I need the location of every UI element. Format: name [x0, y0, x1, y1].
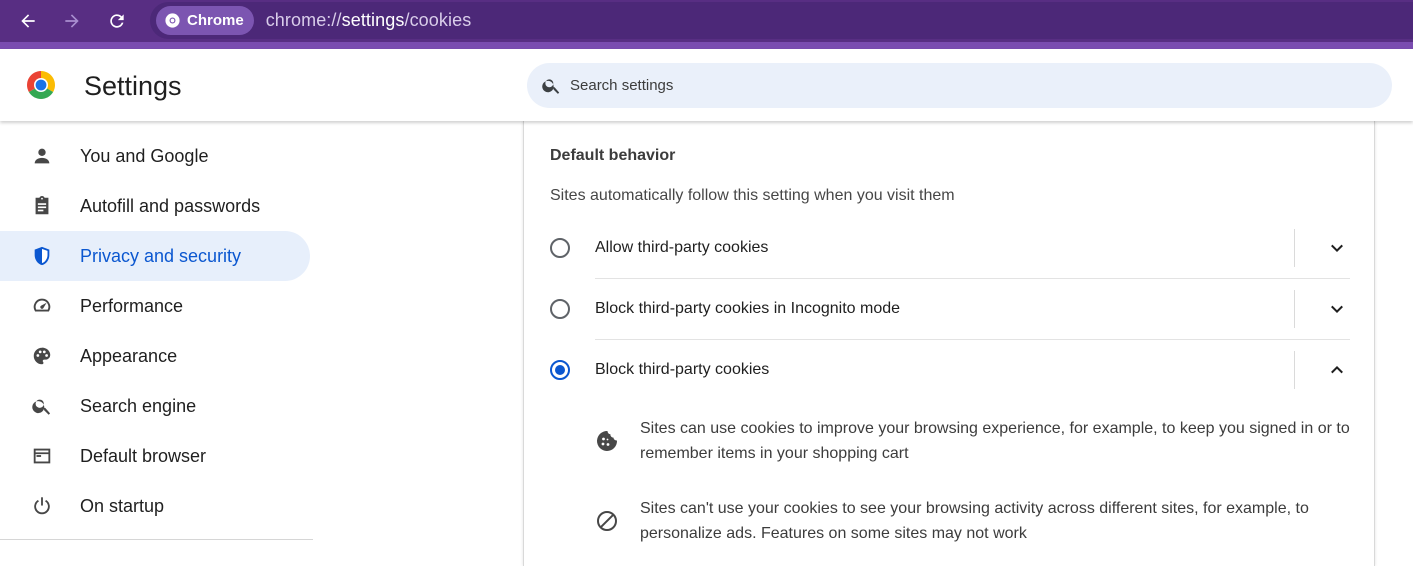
option-block-incognito: Block third-party cookies in Incognito m… [524, 279, 1376, 339]
chrome-logo-icon [27, 71, 55, 99]
option-label[interactable]: Block third-party cookies in Incognito m… [595, 300, 900, 318]
sidebar-item-label: On startup [80, 495, 165, 516]
section-title: Default behavior [550, 147, 676, 164]
settings-header: Settings [0, 49, 1413, 121]
shield-icon [30, 244, 54, 268]
section-description: Sites automatically follow this setting … [550, 187, 955, 204]
palette-icon [30, 344, 54, 368]
chrome-logo-icon [165, 13, 180, 28]
option-label[interactable]: Allow third-party cookies [595, 239, 768, 257]
expand-button[interactable] [1324, 235, 1350, 261]
sidebar-item-label: You and Google [80, 145, 209, 166]
forward-button[interactable] [57, 6, 87, 36]
radio-allow-third-party[interactable] [550, 238, 570, 258]
detail-text: Sites can't use your cookies to see your… [640, 500, 1309, 542]
radio-block-third-party[interactable] [550, 360, 570, 380]
chrome-chip[interactable]: Chrome [156, 6, 254, 35]
back-button[interactable] [13, 6, 43, 36]
detail-text: Sites can use cookies to improve your br… [640, 420, 1350, 462]
expand-button[interactable] [1324, 296, 1350, 322]
sidebar-item-on-startup[interactable]: On startup [0, 481, 310, 531]
sidebar-item-label: Privacy and security [80, 245, 242, 266]
sidebar-item-appearance[interactable]: Appearance [0, 331, 310, 381]
sidebar-item-default-browser[interactable]: Default browser [0, 431, 310, 481]
option-allow-third-party: Allow third-party cookies [524, 218, 1376, 278]
chip-label: Chrome [187, 12, 244, 29]
sidebar: You and Google Autofill and passwords Pr… [0, 121, 313, 562]
clipboard-icon [30, 194, 54, 218]
radio-block-incognito[interactable] [550, 299, 570, 319]
option-separator [1294, 351, 1295, 389]
search-input[interactable] [570, 77, 1350, 94]
url-path: /cookies [404, 10, 472, 30]
power-icon [30, 494, 54, 518]
option-separator [1294, 229, 1295, 267]
search-icon [30, 394, 54, 418]
sidebar-item-autofill[interactable]: Autofill and passwords [0, 181, 310, 231]
search-icon [542, 79, 560, 94]
speedometer-icon [30, 294, 54, 318]
collapse-button[interactable] [1324, 357, 1350, 383]
browser-toolbar: Chrome chrome://settings/cookies [0, 0, 1413, 42]
toolbar-divider [0, 42, 1413, 49]
search-box[interactable] [527, 63, 1392, 108]
sidebar-item-label: Autofill and passwords [80, 195, 261, 216]
sidebar-item-label: Appearance [80, 345, 178, 366]
chevron-up-icon [1331, 365, 1343, 374]
block-icon [597, 511, 617, 531]
url-scheme: chrome:// [265, 10, 342, 30]
sidebar-item-search-engine[interactable]: Search engine [0, 381, 310, 431]
chevron-down-icon [1331, 305, 1343, 314]
cookie-icon [597, 430, 617, 451]
url-host: settings [341, 10, 405, 30]
forward-arrow-icon [65, 14, 79, 28]
sidebar-item-performance[interactable]: Performance [0, 281, 310, 331]
option-separator [1294, 290, 1295, 328]
address-bar[interactable]: Chrome chrome://settings/cookies [150, 2, 1413, 39]
browser-window-icon [30, 444, 54, 468]
sidebar-item-label: Default browser [80, 445, 207, 466]
page-title: Settings [84, 71, 182, 101]
reload-button[interactable] [102, 6, 132, 36]
sidebar-item-label: Search engine [80, 395, 197, 416]
sidebar-divider [0, 539, 313, 540]
sidebar-item-label: Performance [80, 295, 184, 316]
url-text: chrome://settings/cookies [266, 10, 472, 31]
reload-icon [110, 14, 124, 28]
option-label[interactable]: Block third-party cookies [595, 361, 769, 379]
cookies-settings-card: Default behavior Sites automatically fol… [523, 121, 1375, 566]
option-block-third-party: Block third-party cookies [524, 340, 1376, 400]
sidebar-item-privacy[interactable]: Privacy and security [0, 231, 310, 281]
chevron-down-icon [1331, 244, 1343, 253]
sidebar-item-you-and-google[interactable]: You and Google [0, 131, 310, 181]
back-arrow-icon [21, 14, 35, 28]
person-icon [30, 144, 54, 168]
